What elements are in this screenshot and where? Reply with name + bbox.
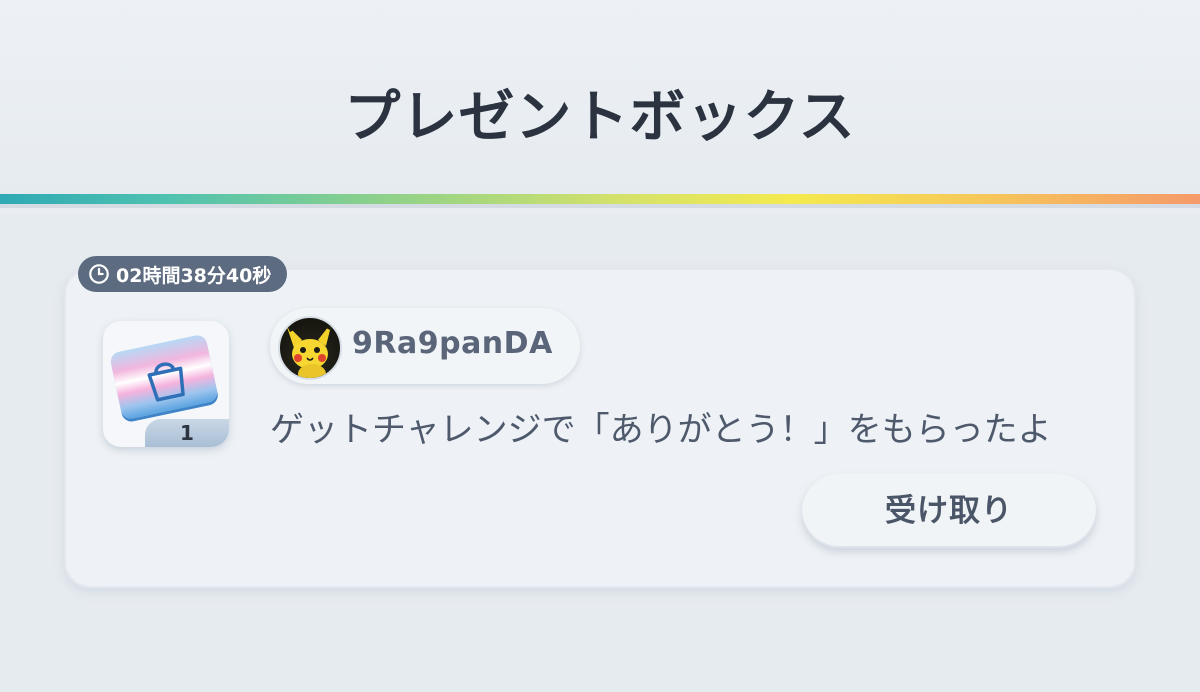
shopping-bag-icon <box>147 362 185 402</box>
receive-button[interactable]: 受け取り <box>802 474 1096 548</box>
pikachu-avatar-icon <box>286 322 332 378</box>
timer-text: 02時間38分40秒 <box>116 264 272 287</box>
item-quantity-badge: 1 <box>145 419 229 447</box>
item-icon-box: 1 <box>103 321 229 447</box>
sender-name: 9Ra9panDA <box>352 326 553 361</box>
header: プレゼントボックス <box>0 0 1200 194</box>
ticket-icon <box>109 333 219 421</box>
header-accent-line <box>0 194 1200 208</box>
page-title: プレゼントボックス <box>344 85 856 150</box>
present-message: ゲットチャレンジで「ありがとう！」をもらったよ <box>270 410 1052 450</box>
avatar <box>278 316 342 380</box>
sender-info: 9Ra9panDA <box>270 308 580 384</box>
clock-icon <box>89 264 109 284</box>
expiry-timer: 02時間38分40秒 <box>78 256 288 292</box>
